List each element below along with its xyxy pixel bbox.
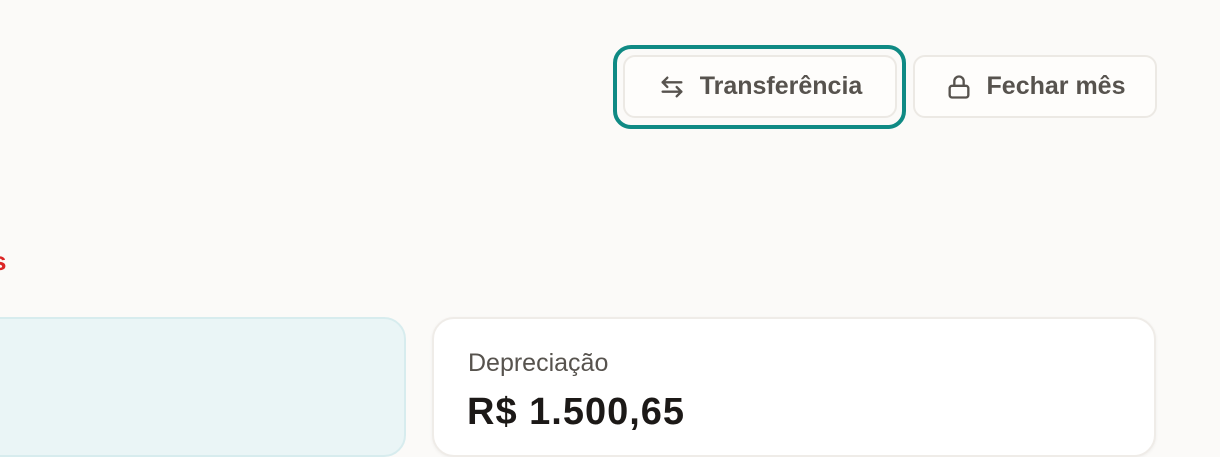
depreciation-value: R$ 1.500,65: [467, 391, 686, 433]
transfer-button-label: Transferência: [699, 72, 863, 100]
alert-text: s: [0, 246, 6, 277]
summary-card: [0, 317, 406, 457]
close-month-button-label: Fechar mês: [986, 72, 1126, 100]
arrows-left-right-icon: [658, 73, 686, 101]
transfer-button[interactable]: Transferência: [623, 55, 897, 118]
close-month-button[interactable]: Fechar mês: [913, 55, 1157, 118]
depreciation-card: Depreciação R$ 1.500,65: [432, 317, 1156, 457]
depreciation-label: Depreciação: [468, 349, 609, 377]
lock-icon: [945, 73, 973, 101]
